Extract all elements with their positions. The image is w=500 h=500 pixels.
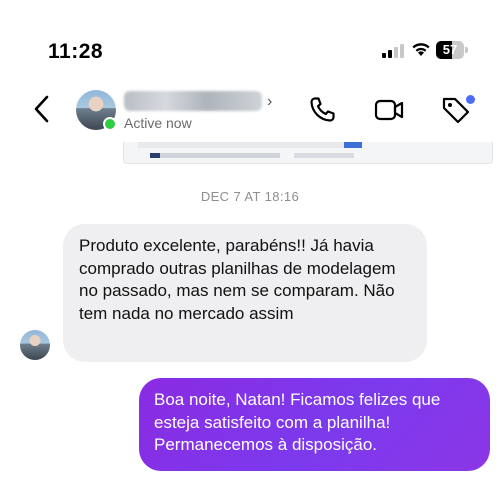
- incoming-message-bubble[interactable]: Produto excelente, parabéns!! Já havia c…: [63, 224, 427, 362]
- chevron-right-icon[interactable]: ›: [267, 93, 272, 111]
- status-bar: 11:28 57: [0, 0, 500, 72]
- chevron-left-icon[interactable]: [28, 92, 56, 126]
- video-camera-icon[interactable]: [373, 94, 405, 126]
- date-separator: DEC 7 AT 18:16: [200, 189, 300, 204]
- active-status: Active now: [124, 115, 192, 131]
- battery-percentage: 57: [442, 42, 458, 57]
- sender-avatar[interactable]: [20, 330, 50, 360]
- contact-avatar[interactable]: [76, 90, 117, 131]
- shared-media-thumbnail[interactable]: [123, 142, 493, 164]
- chat-header: › Active now: [0, 78, 500, 142]
- notification-badge: [466, 95, 475, 104]
- phone-icon[interactable]: [306, 94, 338, 126]
- contact-name-blurred[interactable]: [124, 91, 262, 111]
- clock-time: 11:28: [48, 40, 104, 63]
- online-indicator: [103, 117, 117, 131]
- outgoing-message-bubble[interactable]: Boa noite, Natan! Ficamos felizes que es…: [139, 378, 490, 471]
- battery-icon: 57: [436, 41, 468, 59]
- cellular-signal-icon: [382, 44, 406, 58]
- wifi-icon: [412, 43, 430, 56]
